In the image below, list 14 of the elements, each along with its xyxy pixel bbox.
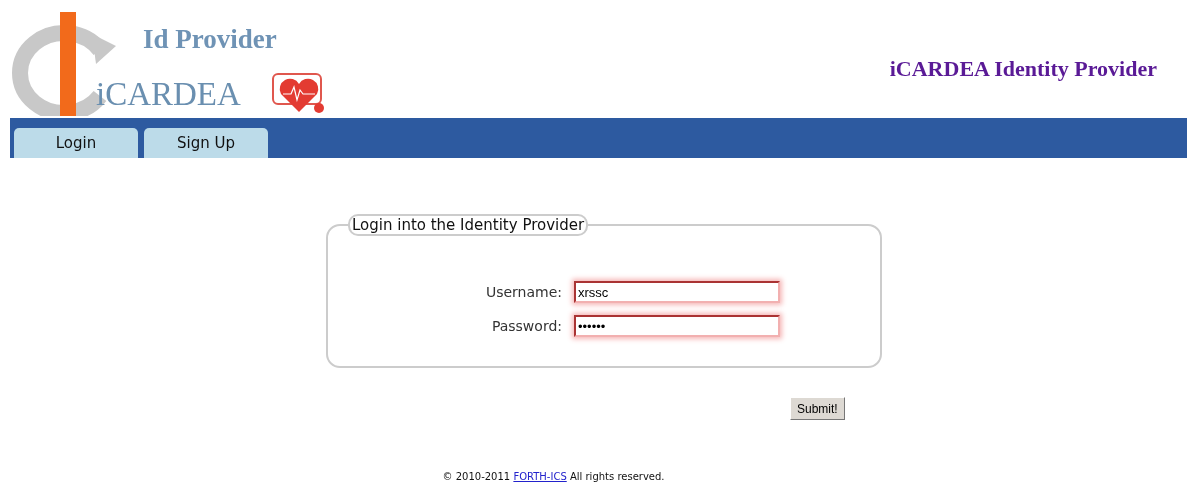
heart-icon xyxy=(271,72,327,116)
copyright-text: © 2010-2011 FORTH-ICS All rights reserved. xyxy=(442,471,665,482)
panel-legend: Login into the Identity Provider xyxy=(348,214,589,236)
nav-tab[interactable]: Login xyxy=(14,128,138,158)
nav-tab[interactable]: Sign Up xyxy=(144,128,268,158)
field-label: Password: xyxy=(490,318,562,334)
username-field[interactable]: xrssc xyxy=(574,281,780,303)
field-label: Username: xyxy=(484,284,562,300)
site-title: iCARDEA Identity Provider xyxy=(889,56,1157,82)
logo-wordmark: iCARDEA xyxy=(96,78,241,111)
forth-ics-link[interactable]: FORTH-ICS xyxy=(513,471,567,482)
submit-button[interactable]: Submit! xyxy=(790,397,845,420)
password-field[interactable]: •••••• xyxy=(574,315,780,337)
logo-title: Id Provider xyxy=(143,24,277,55)
